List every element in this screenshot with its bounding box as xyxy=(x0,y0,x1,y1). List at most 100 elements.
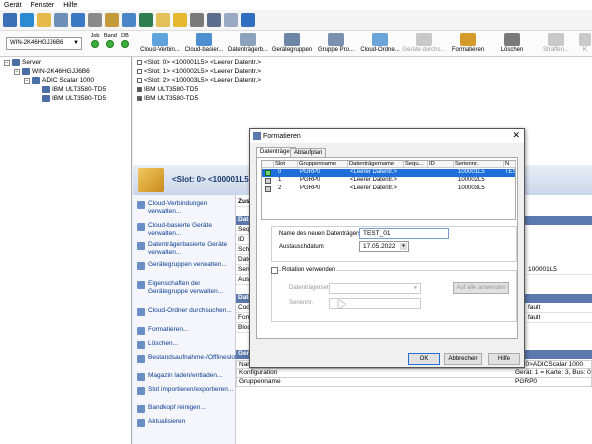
tension-button[interactable]: Straffen... xyxy=(534,33,578,53)
more-button[interactable]: K xyxy=(578,33,592,53)
media-icon[interactable] xyxy=(105,13,119,27)
settings-icon[interactable] xyxy=(88,13,102,27)
column-header[interactable]: Seriennr. xyxy=(454,161,504,168)
tree-server-node[interactable]: − WIN-2K46HGJJ6B6 xyxy=(14,68,90,75)
serial-label: Seriennr. xyxy=(289,300,314,306)
swap-date-label: Austauschdatum xyxy=(279,244,324,250)
server-select[interactable]: WIN-2K46HGJJ6B6 ▼ xyxy=(6,37,82,50)
ok-button[interactable]: OK xyxy=(408,353,440,365)
action-link[interactable]: Löschen... xyxy=(137,340,235,349)
action-link[interactable]: Bandkopf reinigen... xyxy=(137,404,235,413)
erase-icon xyxy=(504,33,520,46)
slot-icon xyxy=(137,69,142,74)
tape-icon[interactable] xyxy=(190,13,204,27)
chart-icon[interactable] xyxy=(3,13,17,27)
action-link[interactable]: Cloud-Ordner durchsuchen... xyxy=(137,307,235,316)
browse-devices-button[interactable]: Geräte durchs... xyxy=(402,33,446,53)
action-link[interactable]: Aktualisieren xyxy=(137,418,235,427)
table-row[interactable]: 2 PGRP0 <Leerer Datentr.> 100003L5 xyxy=(262,185,515,193)
cube-icon[interactable] xyxy=(37,13,51,27)
column-header[interactable]: ID xyxy=(428,161,454,168)
tape-drive-icon xyxy=(137,87,142,92)
menu-geraet[interactable]: Gerät xyxy=(4,2,22,9)
collapse-icon[interactable]: − xyxy=(14,68,20,75)
action-link[interactable]: Bestandsaufnahme-/Offlineslots... xyxy=(137,354,245,363)
server-icon[interactable] xyxy=(207,13,221,27)
tab-schedule[interactable]: Ablaufplan xyxy=(290,148,327,157)
format-icon xyxy=(460,33,476,46)
table-row: Gruppenname PGRP0 xyxy=(236,378,592,387)
rotation-checkbox[interactable] xyxy=(271,267,278,274)
column-header[interactable]: Gruppenname xyxy=(298,161,348,168)
cloud-connections-button[interactable]: Cloud-Verbin... xyxy=(138,33,182,53)
column-header[interactable]: Datenträgername xyxy=(348,161,404,168)
table-row[interactable]: 1 PGRP0 <Leerer Datentr.> 100002L5 xyxy=(262,177,515,185)
alert-icon[interactable] xyxy=(173,13,187,27)
list-item[interactable]: <Slot: 1> <100002L5> <Leerer Datentr.> xyxy=(137,68,261,75)
format-icon xyxy=(253,132,261,140)
action-link[interactable]: Gerätegruppen verwalten... xyxy=(137,261,235,270)
devices-icon[interactable] xyxy=(54,13,68,27)
disk-devices-button[interactable]: Datenträgerb... xyxy=(226,33,270,53)
menu-hilfe[interactable]: Hilfe xyxy=(63,2,77,9)
doc-icon[interactable] xyxy=(224,13,238,27)
list-item[interactable]: IBM ULT3580-TD5 xyxy=(137,95,198,102)
tree-drive-node[interactable]: IBM ULT3580-TD5 xyxy=(42,86,106,93)
calendar-icon[interactable]: ▾ xyxy=(400,243,407,250)
swap-date-picker[interactable]: 17.05.2022 ▾ xyxy=(359,241,409,252)
action-link[interactable]: Formatieren... xyxy=(137,326,235,335)
tree-drive-node[interactable]: IBM ULT3580-TD5 xyxy=(42,95,106,102)
format-button[interactable]: Formatieren xyxy=(446,33,490,53)
list-item[interactable]: <Slot: 2> <100003L5> <Leerer Datentr.> xyxy=(137,77,261,84)
monitor-icon[interactable] xyxy=(122,13,136,27)
erase-button[interactable]: Löschen xyxy=(490,33,534,53)
group-props-icon xyxy=(137,281,145,289)
action-link[interactable]: Slot importieren/exportieren... xyxy=(137,386,235,395)
tension-icon xyxy=(548,33,564,46)
column-header[interactable]: Sequ... xyxy=(404,161,428,168)
column-header[interactable]: N xyxy=(504,161,516,168)
cancel-button[interactable]: Abbrechen xyxy=(444,353,482,365)
chip-icon[interactable] xyxy=(139,13,153,27)
database-icon[interactable] xyxy=(71,13,85,27)
more-icon xyxy=(579,33,591,46)
action-link[interactable]: Cloud-Verbindungen verwalten... xyxy=(137,200,235,216)
action-link[interactable]: Datenträgerbasierte Geräte verwalten... xyxy=(137,241,235,257)
prop-label: ID xyxy=(236,236,250,245)
action-link[interactable]: Magazin laden/entladen... xyxy=(137,372,235,381)
new-name-field[interactable]: TEST_01 xyxy=(359,228,449,239)
menu-fenster[interactable]: Fenster xyxy=(31,2,55,9)
table-row[interactable]: 0 PGRP0 <Leerer Datentr.> 100001L5 TEST xyxy=(262,169,515,177)
disk-icon xyxy=(137,242,145,250)
cloud-device-icon xyxy=(137,223,145,231)
tree-library-node[interactable]: − ADIC Scalar 1000 xyxy=(24,77,94,84)
media-set-label: Datenträgerset xyxy=(289,285,329,291)
collapse-icon[interactable]: − xyxy=(4,59,10,66)
job-icon[interactable] xyxy=(20,13,34,27)
close-icon[interactable]: ✕ xyxy=(512,130,520,141)
group-props-button[interactable]: Gruppe Pro... xyxy=(314,33,358,53)
tape-drive-icon xyxy=(137,96,142,101)
computer-icon xyxy=(22,68,30,75)
tape-drive-icon xyxy=(42,86,50,93)
media-icon xyxy=(265,178,271,184)
action-link[interactable]: Eigenschaften der Gerätegruppe verwalten… xyxy=(137,280,235,296)
collapse-icon[interactable]: − xyxy=(24,77,30,84)
list-item[interactable]: <Slot: 0> <100001L5> <Leerer Datentr.> xyxy=(137,59,261,66)
db-status: DB xyxy=(119,33,131,48)
cloud-device-icon xyxy=(196,33,212,46)
status-ok-icon xyxy=(106,40,114,48)
device-groups-button[interactable]: Gerätegruppen xyxy=(270,33,314,53)
folder-icon[interactable] xyxy=(156,13,170,27)
tree-server-root[interactable]: − Server xyxy=(4,59,41,66)
help-icon[interactable] xyxy=(241,13,255,27)
apply-all-button[interactable]: Auf alle anwenden xyxy=(453,282,509,294)
slot-icon xyxy=(137,60,142,65)
cloud-folders-button[interactable]: Cloud-Ordne... xyxy=(358,33,402,53)
column-header[interactable]: Slot xyxy=(274,161,298,168)
help-button[interactable]: Hilfe xyxy=(488,353,520,365)
cloud-devices-button[interactable]: Cloud-basier... xyxy=(182,33,226,53)
action-link[interactable]: Cloud-basierte Geräte verwalten... xyxy=(137,222,235,238)
list-item[interactable]: IBM ULT3580-TD5 xyxy=(137,86,198,93)
media-set-select[interactable]: ▼ xyxy=(329,283,421,294)
